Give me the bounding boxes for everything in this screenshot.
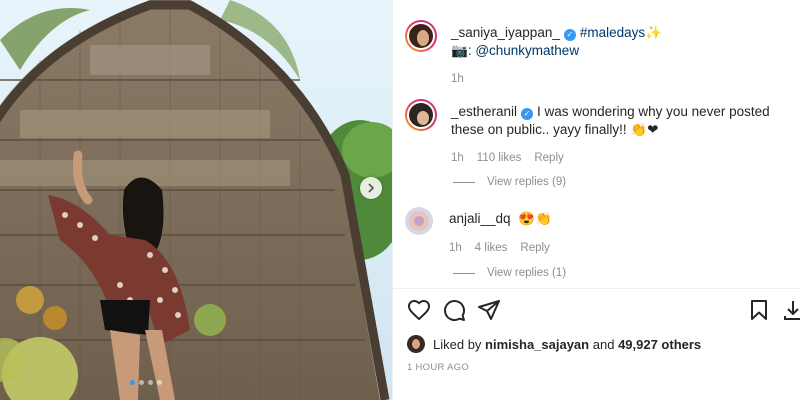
view-replies-button[interactable]: View replies (9) [453,176,566,188]
comments-panel: _saniya_iyappan_ ✓ #maledays✨ 📷: @chunkyma… [392,0,800,400]
comment-emojis: 👏❤ [630,122,659,137]
view-replies-label: View replies (1) [487,267,567,279]
liked-count[interactable]: 49,927 others [618,337,701,352]
liked-prefix: Liked by [433,336,482,352]
comment-time: 1h [449,242,462,254]
caption-time: 1h [451,73,464,85]
save-collection-icon[interactable] [781,298,800,322]
liked-by: Liked by nimisha_sajayan and 49,927 othe… [407,335,701,353]
carousel-dot [148,380,153,385]
carousel-indicator [130,380,162,385]
verified-icon: ✓ [563,29,576,41]
author-username[interactable]: _saniya_iyappan_ [451,25,560,40]
comment-emojis: 😍👏 [518,211,552,226]
actions-divider [393,288,800,289]
caption-sparkle: ✨ [645,25,662,40]
commenter-avatar[interactable] [405,207,433,235]
comment-likes[interactable]: 4 likes [475,239,508,257]
caption-mention[interactable]: : @chunkymathew [468,43,579,58]
comment-username[interactable]: _estheranil [451,104,517,119]
liked-user[interactable]: nimisha_sajayan [485,337,589,352]
liked-and: and [592,336,615,352]
view-replies-button[interactable]: View replies (1) [453,267,566,279]
verified-icon: ✓ [521,108,534,120]
next-image-button[interactable] [360,177,382,199]
post-actions [407,298,800,324]
carousel-dot [130,380,135,385]
carousel-dot [157,380,162,385]
comment-item: _estheranil ✓ I was wondering why you neve… [405,99,800,167]
comment-icon[interactable] [442,298,466,322]
caption-hashtag[interactable]: #maledays [580,25,645,40]
next-arrow-icon [368,183,375,193]
bookmark-icon[interactable] [747,298,771,322]
comment-item: anjali__dq 😍👏 1h 4 likes Reply [405,207,799,257]
liker-avatar[interactable] [407,335,425,353]
replies-divider [453,181,475,183]
instagram-post-view: _saniya_iyappan_ ✓ #maledays✨ 📷: @chunkyma… [0,0,800,400]
post-caption: _saniya_iyappan_ ✓ #maledays✨ 📷: @chunkyma… [405,20,800,88]
camera-emoji: 📷 [451,43,468,58]
view-replies-label: View replies (9) [487,176,567,188]
commenter-avatar[interactable] [405,99,437,131]
post-photo-image [0,0,392,400]
reply-button[interactable]: Reply [534,149,563,167]
carousel-dot [139,380,144,385]
replies-divider [453,272,475,274]
comment-username[interactable]: anjali__dq [449,211,511,226]
comment-time: 1h [451,152,464,164]
share-icon[interactable] [477,298,501,322]
author-avatar[interactable] [405,20,437,52]
comment-likes[interactable]: 110 likes [477,149,522,167]
reply-button[interactable]: Reply [520,239,549,257]
post-time-ago[interactable]: 1 HOUR AGO [407,362,469,373]
post-photo[interactable] [0,0,392,400]
heart-icon[interactable] [407,298,431,322]
